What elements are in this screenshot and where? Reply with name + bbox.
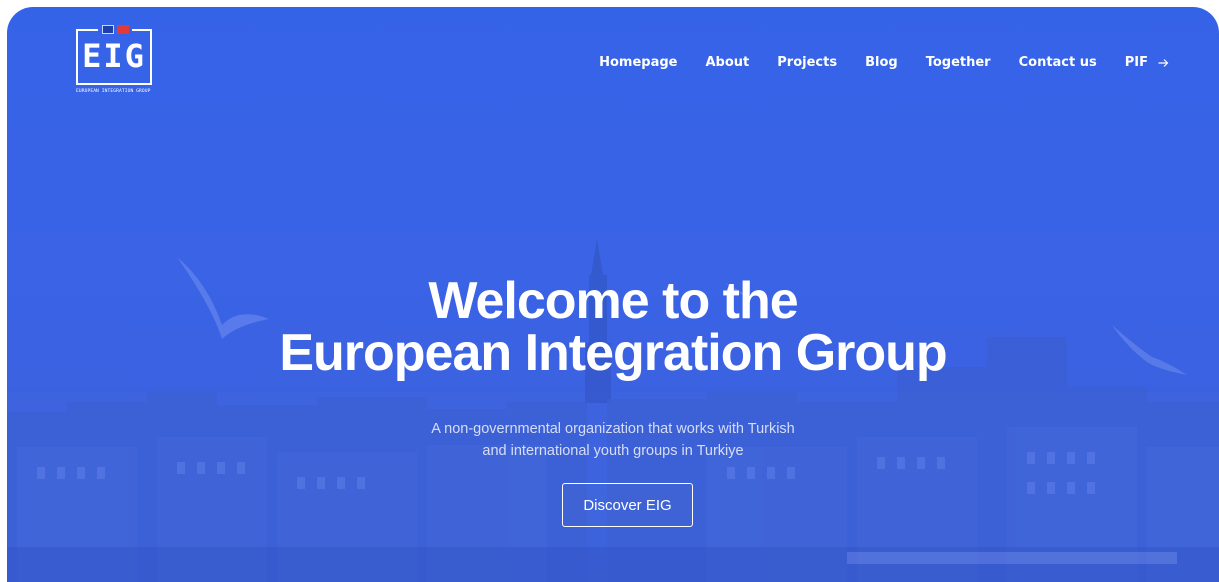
arrow-right-icon [1158, 58, 1169, 67]
hero-subtitle-line2: and international youth groups in Turkiy… [482, 443, 744, 459]
nav-item-contact-us[interactable]: Contact us [1019, 55, 1097, 70]
eig-logo[interactable]: EIG EUROPEAN INTEGRATION GROUP [76, 20, 160, 98]
eu-flag-icon [101, 24, 114, 34]
nav-item-about[interactable]: About [705, 55, 749, 70]
nav-item-together[interactable]: Together [926, 55, 991, 70]
turkey-flag-icon [116, 24, 129, 34]
discover-eig-button[interactable]: Discover EIG [562, 483, 693, 527]
hero-section: EIG EUROPEAN INTEGRATION GROUP Homepage … [7, 7, 1219, 582]
logo-subtitle: EUROPEAN INTEGRATION GROUP [76, 89, 151, 94]
logo-text: EIG [82, 37, 146, 75]
main-navigation: Homepage About Projects Blog Together Co… [599, 55, 1169, 70]
nav-item-homepage[interactable]: Homepage [599, 55, 677, 70]
hero-subtitle: A non-governmental organization that wor… [7, 418, 1219, 462]
hero-subtitle-line1: A non-governmental organization that wor… [431, 421, 795, 437]
hero-title-line1: Welcome to the [428, 272, 798, 330]
nav-item-blog[interactable]: Blog [865, 55, 898, 70]
hero-title: Welcome to the European Integration Grou… [7, 275, 1219, 379]
nav-item-pif-label: PIF [1124, 55, 1148, 70]
hero-title-line2: European Integration Group [279, 324, 947, 382]
nav-item-projects[interactable]: Projects [777, 55, 837, 70]
logo-flags [98, 23, 132, 35]
nav-item-pif[interactable]: PIF [1125, 55, 1169, 70]
